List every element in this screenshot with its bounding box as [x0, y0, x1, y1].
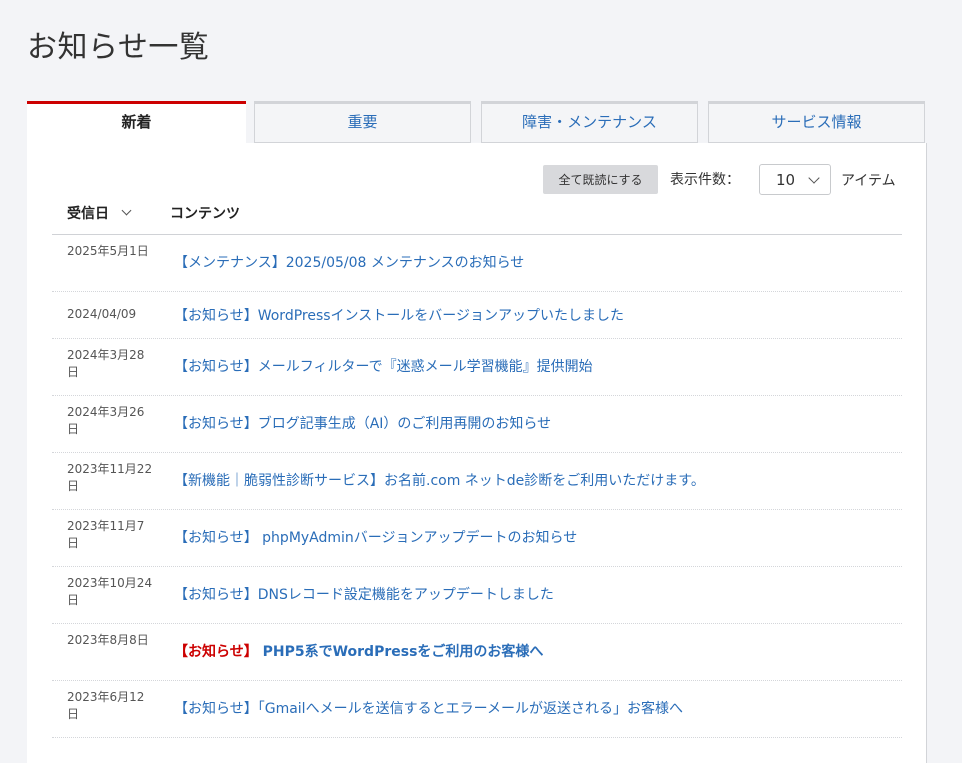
items-label: アイテム: [841, 173, 896, 189]
table-row: 2023年11月22日 【新機能｜脆弱性診断サービス】お名前.com ネットde…: [52, 453, 902, 510]
tab-bar: 新着 重要 障害・メンテナンス サービス情報: [27, 101, 927, 144]
table-row: 2024年3月26日 【お知らせ】ブログ記事生成（AI）のご利用再開のお知らせ: [52, 396, 902, 453]
per-page-label: 表示件数：: [670, 172, 740, 188]
notice-link[interactable]: 【新機能｜脆弱性診断サービス】お名前.com ネットde診断をご利用いただけます…: [174, 470, 705, 490]
notice-link[interactable]: 【お知らせ】「Gmailへメールを送信するとエラーメールが返送される」お客様へ: [174, 698, 683, 718]
table-row: 2023年11月7日 【お知らせ】 phpMyAdminバージョンアップデートの…: [52, 510, 902, 567]
notice-list: 2025年5月1日 【メンテナンス】2025/05/08 メンテナンスのお知らせ…: [52, 234, 902, 738]
chevron-down-icon: [808, 172, 820, 184]
notice-link[interactable]: 【お知らせ】WordPressインストールをバージョンアップいたしました: [174, 305, 624, 325]
row-date: 2023年10月24日: [67, 576, 153, 607]
important-tag: 【お知らせ】: [174, 644, 258, 660]
sort-chevron-down-icon: [121, 205, 132, 216]
row-date: 2023年6月12日: [67, 690, 145, 721]
row-date: 2023年11月7日: [67, 519, 145, 550]
tab-outage-maintenance[interactable]: 障害・メンテナンス: [481, 101, 698, 143]
per-page-select[interactable]: 10: [759, 164, 831, 195]
table-row: 2024/04/09 【お知らせ】WordPressインストールをバージョンアッ…: [52, 292, 902, 339]
tab-new[interactable]: 新着: [27, 101, 246, 144]
table-row: 2025年5月1日 【メンテナンス】2025/05/08 メンテナンスのお知らせ: [52, 235, 902, 292]
notice-link[interactable]: 【お知らせ】DNSレコード設定機能をアップデートしました: [174, 584, 554, 604]
page-title: お知らせ一覧: [27, 30, 210, 65]
row-date: 2024/04/09: [67, 307, 137, 321]
mark-all-read-button[interactable]: 全て既読にする: [543, 165, 658, 194]
tab-important[interactable]: 重要: [254, 101, 471, 143]
date-header-label: 受信日: [67, 206, 109, 222]
table-row: 2023年10月24日 【お知らせ】DNSレコード設定機能をアップデートしました: [52, 567, 902, 624]
content-column-header: コンテンツ: [170, 206, 240, 222]
table-row: 2023年8月8日 【お知らせ】 PHP5系でWordPressをご利用のお客様…: [52, 624, 902, 681]
per-page-value: 10: [776, 171, 796, 189]
row-date: 2023年8月8日: [67, 633, 149, 647]
notice-link[interactable]: 【お知らせ】ブログ記事生成（AI）のご利用再開のお知らせ: [174, 413, 551, 433]
notice-link-text: PHP5系でWordPressをご利用のお客様へ: [257, 644, 544, 660]
date-column-header[interactable]: 受信日: [67, 203, 132, 223]
notice-link[interactable]: 【メンテナンス】2025/05/08 メンテナンスのお知らせ: [174, 252, 524, 272]
table-row: 2024年3月28日 【お知らせ】メールフィルターで『迷惑メール学習機能』提供開…: [52, 339, 902, 396]
notice-panel: 全て既読にする 表示件数： 10 アイテム 受信日 コンテンツ 2025年5月1…: [27, 143, 927, 763]
notice-link[interactable]: 【お知らせ】メールフィルターで『迷惑メール学習機能』提供開始: [174, 356, 593, 376]
notice-link[interactable]: 【お知らせ】 phpMyAdminバージョンアップデートのお知らせ: [174, 527, 577, 547]
row-date: 2023年11月22日: [67, 462, 153, 493]
row-date: 2024年3月26日: [67, 405, 145, 436]
table-row: 2023年6月12日 【お知らせ】「Gmailへメールを送信するとエラーメールが…: [52, 681, 902, 738]
notice-link-important[interactable]: 【お知らせ】 PHP5系でWordPressをご利用のお客様へ: [174, 641, 543, 661]
row-date: 2024年3月28日: [67, 348, 145, 379]
tab-service-info[interactable]: サービス情報: [708, 101, 925, 143]
row-date: 2025年5月1日: [67, 244, 149, 258]
